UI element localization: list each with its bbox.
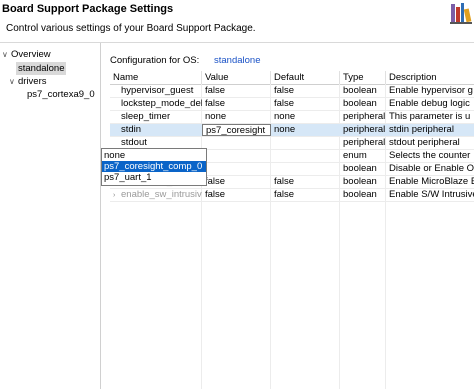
column-header-default[interactable]: Default [271,71,340,84]
cell-type: peripheral [343,124,386,135]
cell-default: none [274,111,296,122]
tree-item-label: ps7_cortexa9_0 [27,89,95,100]
dropdown-option-highlighted[interactable]: ps7_coresight_comp_0 [102,161,206,172]
table-row[interactable]: hypervisor_guest false false boolean Ena… [110,85,474,98]
cell-description: Enable debug logic [389,98,470,109]
table-row[interactable]: lockstep_mode_debu false false boolean E… [110,98,474,111]
cell-value[interactable]: none [202,111,271,123]
cell-default: false [274,85,295,96]
cell-default [271,163,340,175]
cell-description: Enable MicroBlaze E [389,176,474,187]
cell-description: Enable hypervisor g [389,85,473,96]
tree-item-label: drivers [18,76,47,87]
cell-value[interactable] [202,150,271,162]
dropdown-option[interactable]: ps7_uart_1 [102,172,206,183]
cell-name-text: enable_sw_intrusive [121,189,202,200]
cell-default: false [274,189,295,200]
chevron-right-icon[interactable]: › [113,190,121,201]
chevron-down-icon: ∨ [2,50,8,59]
cell-type: boolean [343,98,377,109]
column-header-description[interactable]: Description [386,71,474,84]
cell-type: peripheral [343,137,386,148]
settings-table: Name Value Default Type Description hype… [110,71,474,389]
settings-body: ∨ Overview standalone ∨ drivers ps7_cortex… [0,42,474,389]
cell-name: hypervisor_guest [121,85,194,96]
cell-type: peripheral [343,111,386,122]
cell-value[interactable]: false [202,85,271,97]
config-os-value: standalone [214,55,261,66]
books-logo-icon [450,3,472,24]
cell-default [271,150,340,162]
chevron-down-icon: ∨ [9,77,15,86]
cell-value[interactable] [202,163,271,175]
value-dropdown-list: none ps7_coresight_comp_0 ps7_uart_1 [101,148,207,186]
cell-value-editor[interactable]: ps7_coresight [202,124,271,136]
cell-default [271,137,340,149]
tree-item-overview[interactable]: ∨ Overview [2,48,51,61]
tree-item-ps7-cortexa9-0[interactable]: ps7_cortexa9_0 [27,88,95,101]
bsp-tree: ∨ Overview standalone ∨ drivers ps7_cortex… [0,43,101,389]
table-row[interactable]: sleep_timer none none peripheral This pa… [110,111,474,124]
cell-default: none [274,124,296,135]
cell-description: Enable S/W Intrusive [389,189,474,200]
cell-value[interactable]: false [202,98,271,110]
table-row[interactable]: › enable_sw_intrusive false false boolean… [110,189,474,202]
cell-description: stdin peripheral [389,124,454,135]
cell-type: boolean [343,189,377,200]
column-header-type[interactable]: Type [340,71,386,84]
page-subtitle: Control various settings of your Board S… [6,23,256,34]
cell-default: false [274,98,295,109]
cell-name: › enable_sw_intrusive [110,189,202,201]
tree-item-drivers[interactable]: ∨ drivers [9,75,47,88]
header: Board Support Package Settings Control v… [0,0,474,42]
cell-type: boolean [343,163,377,174]
column-header-name[interactable]: Name [110,71,202,84]
table-header: Name Value Default Type Description [110,71,474,85]
cell-name: lockstep_mode_debu [121,98,202,109]
table-row-selected[interactable]: stdin ps7_coresight none peripheral stdi… [110,124,474,137]
config-panel: Configuration for OS: standalone Name Va… [102,43,474,389]
cell-description: Selects the counter [389,150,471,161]
column-header-value[interactable]: Value [202,71,271,84]
cell-type: enum [343,150,367,161]
cell-type: boolean [343,85,377,96]
config-os-label: Configuration for OS: [110,55,200,66]
cell-default: false [274,176,295,187]
dropdown-option[interactable]: none [102,150,206,161]
tree-item-label: Overview [11,49,51,60]
page-title: Board Support Package Settings [2,3,174,15]
cell-name: sleep_timer [121,111,171,122]
cell-name: stdin [121,124,142,135]
tree-item-label: standalone [18,63,65,74]
cell-value[interactable] [202,137,271,149]
cell-description: stdout peripheral [389,137,460,148]
tree-item-standalone[interactable]: standalone [16,62,67,75]
cell-type: boolean [343,176,377,187]
cell-value[interactable]: false [202,176,271,188]
cell-description: Disable or Enable O [389,163,474,174]
cell-value[interactable]: false [202,189,271,201]
cell-description: This parameter is u [389,111,471,122]
